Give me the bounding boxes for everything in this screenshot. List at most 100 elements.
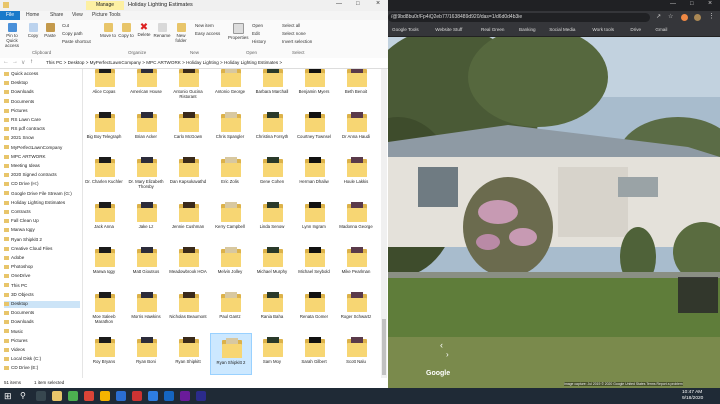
file-tile[interactable]: Matt Gioutsos [126, 243, 166, 283]
nav-item[interactable]: CD Drive (E:) [4, 365, 38, 372]
bookmark-item[interactable]: Gmail [655, 27, 667, 32]
tab-file[interactable]: File [0, 11, 20, 20]
file-tile[interactable]: Roger Schwartz [336, 288, 376, 328]
app-icon[interactable] [116, 391, 126, 401]
app-icon[interactable] [180, 391, 190, 401]
nav-item[interactable]: Holiday Lighting Estimates [4, 200, 65, 207]
star-icon[interactable]: ☆ [668, 13, 673, 20]
file-tile[interactable]: Madonna George [336, 198, 376, 238]
file-tile[interactable]: Brian Acker [126, 108, 166, 148]
close-icon[interactable]: × [708, 0, 712, 7]
nav-item[interactable]: Desktop [4, 301, 80, 308]
bookmark-item[interactable]: Google Tools [392, 27, 419, 32]
file-tile[interactable]: Ryan Boni [126, 333, 166, 373]
app-icon[interactable] [100, 391, 110, 401]
chevron-left-icon[interactable]: ‹ [440, 340, 443, 350]
nav-item[interactable]: OneDrive [4, 273, 30, 280]
move-to-button[interactable]: Move to [100, 23, 116, 38]
app-icon[interactable] [164, 391, 174, 401]
nav-item[interactable]: Local Disk (C:) [4, 356, 41, 363]
nav-item[interactable]: Videos [4, 347, 25, 354]
paste-button[interactable]: Paste [43, 23, 57, 38]
file-tile[interactable]: Christina Forsyth [252, 108, 292, 148]
file-explorer-icon[interactable] [52, 391, 62, 401]
file-tile[interactable]: Eric Zolis [210, 153, 250, 193]
file-tile[interactable]: Kerry Campbell [210, 198, 250, 238]
tab-view[interactable]: View [72, 12, 83, 18]
file-tile[interactable]: Nicholas Beaumont [168, 288, 208, 328]
up-icon[interactable]: ↑ [30, 59, 33, 65]
nav-item[interactable]: This PC [4, 283, 27, 290]
file-tile[interactable]: Marwa Iqgy [84, 243, 124, 283]
open-button[interactable]: Open [252, 23, 263, 28]
select-all-button[interactable]: Select all [282, 23, 300, 28]
file-tile[interactable]: Carlo McGown [168, 108, 208, 148]
nav-item[interactable]: Google Drive File Stream (G:) [4, 191, 72, 198]
copy-path-button[interactable]: Copy path [62, 31, 83, 36]
nav-item[interactable]: RS pdf contracts [4, 126, 45, 133]
file-tile[interactable]: Barbara Marchall [252, 69, 292, 103]
search-icon[interactable]: ⚲ [20, 391, 30, 401]
tab-share[interactable]: Share [50, 12, 63, 18]
paste-shortcut-button[interactable]: Paste shortcut [62, 39, 91, 44]
file-tile[interactable]: Antonio George [210, 69, 250, 103]
chrome-icon[interactable] [84, 391, 94, 401]
bookmark-item[interactable]: Social Media [549, 27, 575, 32]
omnibox[interactable]: /@9bd8bu0r/Fp4iQ2eb77/1638489d920/das=1/… [388, 13, 650, 22]
nav-item[interactable]: MPC ARTWORK [4, 154, 46, 161]
file-tile[interactable]: Gene Cohen [252, 153, 292, 193]
nav-item[interactable]: Pictures [4, 338, 28, 345]
file-tile[interactable]: Antonio Gucina Ristorant [168, 69, 208, 103]
file-tile[interactable]: Big Boy Telegraph [84, 108, 124, 148]
task-view-icon[interactable] [36, 391, 46, 401]
map-controls[interactable] [678, 277, 718, 313]
bookmark-item[interactable]: Website Stuff [435, 27, 462, 32]
file-tile[interactable]: American House [126, 69, 166, 103]
file-tile[interactable]: Meadowbrook HOA [168, 243, 208, 283]
nav-item[interactable]: Adobe [4, 255, 24, 262]
nav-item[interactable]: Downloads [4, 319, 34, 326]
file-tile[interactable]: Benjamin Myers [294, 69, 334, 103]
nav-item[interactable]: Marwa Iqgy [4, 227, 35, 234]
history-button[interactable]: History [252, 39, 266, 44]
file-tile[interactable]: Mike Pearlman [336, 243, 376, 283]
pin-button[interactable]: Pin to Quick access [2, 23, 22, 48]
new-folder-button[interactable]: New folder [173, 23, 189, 43]
nav-item[interactable]: Desktop [4, 80, 28, 87]
breadcrumb[interactable]: This PC > Desktop > MyPerfectLawnCompany… [46, 60, 282, 65]
edit-button[interactable]: Edit [252, 31, 260, 36]
bookmark-item[interactable]: Drive [630, 27, 641, 32]
file-tile[interactable]: Dan Kapsokavathd [168, 153, 208, 193]
maximize-icon[interactable]: □ [356, 1, 360, 7]
app-icon[interactable] [68, 391, 78, 401]
bookmark-item[interactable]: Banking [519, 27, 536, 32]
nav-item[interactable]: Music [4, 329, 23, 336]
bookmark-item[interactable]: Work tools [592, 27, 614, 32]
nav-item[interactable]: MyPerfectLawnCompany [4, 145, 62, 152]
minimize-icon[interactable]: — [670, 1, 676, 7]
nav-item[interactable]: Ryan Shipkitt 2 [4, 237, 42, 244]
tab-picture-tools[interactable]: Picture Tools [92, 12, 121, 18]
delete-button[interactable]: ✖ Delete [136, 23, 152, 38]
street-view-image[interactable]: ‹ › Google Image capture: Jul 2019 © 202… [388, 37, 720, 388]
nav-item[interactable]: Downloads [4, 89, 34, 96]
file-tile[interactable]: Scott Nalu [336, 333, 376, 373]
file-tile[interactable]: Beth Benoit [336, 69, 376, 103]
vertical-scrollbar[interactable] [381, 69, 387, 378]
file-tile[interactable]: Rania Baha [252, 288, 292, 328]
app-icon[interactable] [196, 391, 206, 401]
file-tile[interactable]: Ryan Shipkitt 2 [210, 333, 252, 375]
manage-tab[interactable]: Manage [86, 1, 124, 10]
forward-icon[interactable]: → [12, 59, 18, 65]
file-tile[interactable]: Morris Hawkins [126, 288, 166, 328]
clock-date[interactable]: 9/18/2020 [682, 396, 703, 401]
invert-selection-button[interactable]: Invert selection [282, 39, 312, 44]
address-bar[interactable]: ← → ∨ ↑ This PC > Desktop > MyPerfectLaw… [0, 58, 388, 69]
nav-item[interactable]: Documents [4, 310, 34, 317]
chevron-down-icon[interactable]: ∨ [21, 59, 25, 66]
file-tile[interactable]: Jake Lz [126, 198, 166, 238]
file-tile[interactable]: Sam Moy [252, 333, 292, 373]
nav-item[interactable]: Contracts [4, 209, 31, 216]
minimize-icon[interactable]: — [336, 1, 342, 7]
nav-item[interactable]: Pictures [4, 108, 28, 115]
